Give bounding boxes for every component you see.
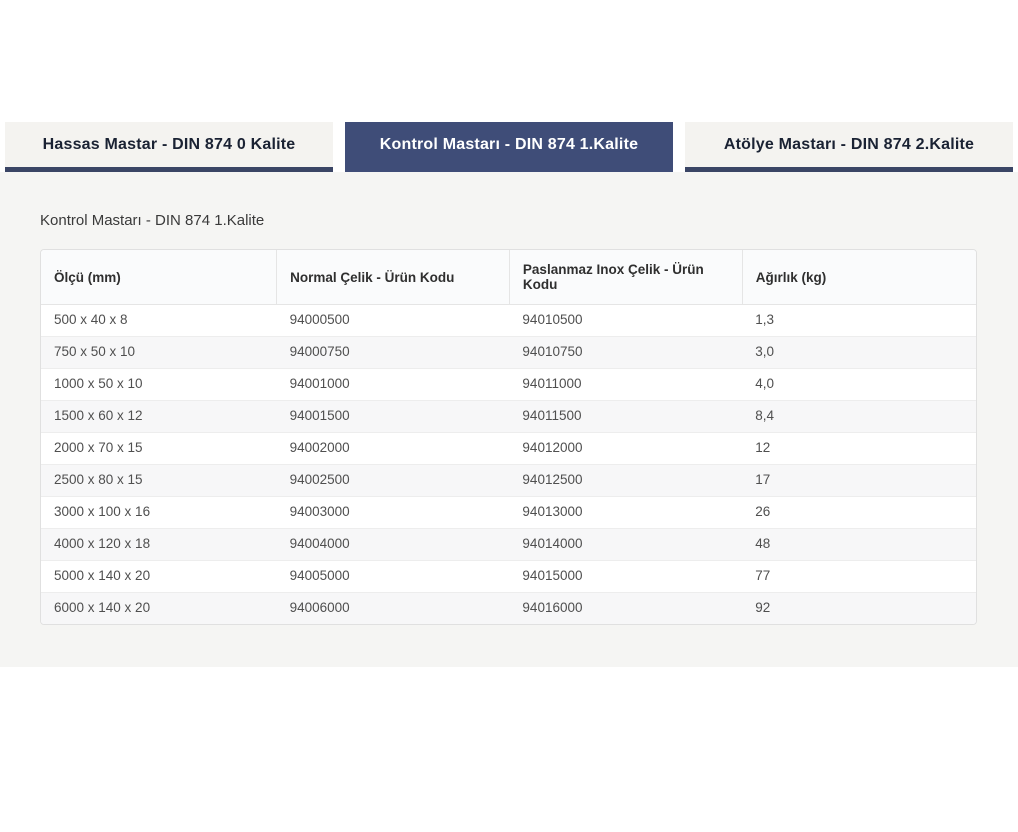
cell-inox-kod: 94015000 (509, 561, 742, 593)
cell-agirlik: 92 (742, 593, 976, 625)
cell-inox-kod: 94011000 (509, 369, 742, 401)
spec-table: Ölçü (mm) Normal Çelik - Ürün Kodu Pasla… (41, 250, 976, 624)
tab-kontrol-mastari-din-874-1-kalite[interactable]: Kontrol Mastarı - DIN 874 1.Kalite (345, 122, 673, 172)
cell-normal-kod: 94000500 (277, 305, 510, 337)
cell-agirlik: 3,0 (742, 337, 976, 369)
cell-agirlik: 17 (742, 465, 976, 497)
tab-hassas-mastar-din-874-0-kalite[interactable]: Hassas Mastar - DIN 874 0 Kalite (5, 122, 333, 172)
cell-normal-kod: 94002000 (277, 433, 510, 465)
tab-label: Atölye Mastarı - DIN 874 2.Kalite (724, 136, 974, 154)
cell-agirlik: 8,4 (742, 401, 976, 433)
table-row: 3000 x 100 x 16 94003000 94013000 26 (41, 497, 976, 529)
cell-olcu: 750 x 50 x 10 (41, 337, 277, 369)
tab-label: Hassas Mastar - DIN 874 0 Kalite (43, 136, 296, 154)
table-row: 6000 x 140 x 20 94006000 94016000 92 (41, 593, 976, 625)
cell-agirlik: 48 (742, 529, 976, 561)
cell-agirlik: 26 (742, 497, 976, 529)
table-row: 2000 x 70 x 15 94002000 94012000 12 (41, 433, 976, 465)
table-header-row: Ölçü (mm) Normal Çelik - Ürün Kodu Pasla… (41, 250, 976, 305)
cell-normal-kod: 94003000 (277, 497, 510, 529)
cell-normal-kod: 94001500 (277, 401, 510, 433)
cell-inox-kod: 94016000 (509, 593, 742, 625)
column-header-agirlik: Ağırlık (kg) (742, 250, 976, 305)
table-row: 2500 x 80 x 15 94002500 94012500 17 (41, 465, 976, 497)
cell-olcu: 500 x 40 x 8 (41, 305, 277, 337)
cell-agirlik: 4,0 (742, 369, 976, 401)
table-row: 5000 x 140 x 20 94005000 94015000 77 (41, 561, 976, 593)
cell-inox-kod: 94012000 (509, 433, 742, 465)
cell-inox-kod: 94010750 (509, 337, 742, 369)
table-row: 4000 x 120 x 18 94004000 94014000 48 (41, 529, 976, 561)
tab-bar: Hassas Mastar - DIN 874 0 Kalite Kontrol… (0, 122, 1018, 172)
cell-olcu: 5000 x 140 x 20 (41, 561, 277, 593)
cell-olcu: 4000 x 120 x 18 (41, 529, 277, 561)
cell-olcu: 2500 x 80 x 15 (41, 465, 277, 497)
column-header-normal-celik: Normal Çelik - Ürün Kodu (277, 250, 510, 305)
table-row: 500 x 40 x 8 94000500 94010500 1,3 (41, 305, 976, 337)
cell-normal-kod: 94005000 (277, 561, 510, 593)
cell-inox-kod: 94014000 (509, 529, 742, 561)
content-panel: Kontrol Mastarı - DIN 874 1.Kalite Ölçü … (0, 172, 1018, 667)
table-row: 1000 x 50 x 10 94001000 94011000 4,0 (41, 369, 976, 401)
cell-inox-kod: 94011500 (509, 401, 742, 433)
cell-olcu: 1500 x 60 x 12 (41, 401, 277, 433)
table-row: 750 x 50 x 10 94000750 94010750 3,0 (41, 337, 976, 369)
cell-inox-kod: 94012500 (509, 465, 742, 497)
cell-olcu: 2000 x 70 x 15 (41, 433, 277, 465)
column-header-olcu: Ölçü (mm) (41, 250, 277, 305)
column-header-paslanmaz-inox: Paslanmaz Inox Çelik - Ürün Kodu (509, 250, 742, 305)
cell-olcu: 3000 x 100 x 16 (41, 497, 277, 529)
cell-normal-kod: 94000750 (277, 337, 510, 369)
cell-normal-kod: 94001000 (277, 369, 510, 401)
cell-agirlik: 12 (742, 433, 976, 465)
cell-agirlik: 1,3 (742, 305, 976, 337)
tab-label: Kontrol Mastarı - DIN 874 1.Kalite (380, 136, 638, 154)
cell-agirlik: 77 (742, 561, 976, 593)
cell-normal-kod: 94006000 (277, 593, 510, 625)
cell-normal-kod: 94004000 (277, 529, 510, 561)
cell-normal-kod: 94002500 (277, 465, 510, 497)
tab-atolye-mastari-din-874-2-kalite[interactable]: Atölye Mastarı - DIN 874 2.Kalite (685, 122, 1013, 172)
table-row: 1500 x 60 x 12 94001500 94011500 8,4 (41, 401, 976, 433)
cell-inox-kod: 94013000 (509, 497, 742, 529)
section-heading: Kontrol Mastarı - DIN 874 1.Kalite (40, 212, 978, 229)
spec-table-container: Ölçü (mm) Normal Çelik - Ürün Kodu Pasla… (40, 249, 977, 625)
cell-olcu: 1000 x 50 x 10 (41, 369, 277, 401)
cell-olcu: 6000 x 140 x 20 (41, 593, 277, 625)
cell-inox-kod: 94010500 (509, 305, 742, 337)
